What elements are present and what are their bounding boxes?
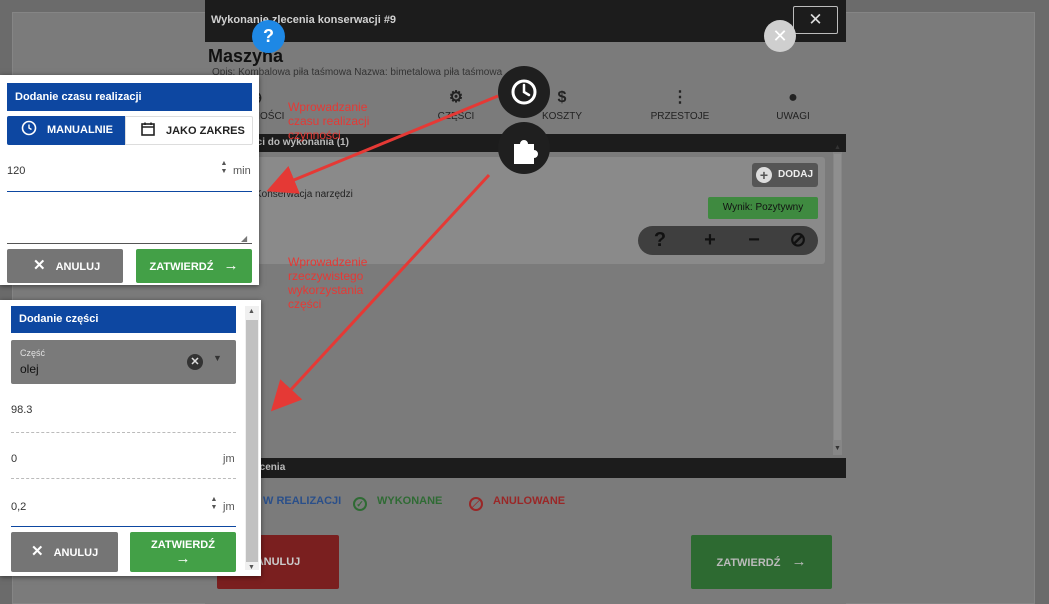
annotation-line: wykorzystania [288,283,364,297]
annotation-line: czynności [288,128,341,142]
annotation-parts-note: Wprowadzenie rzeczywistego wykorzystania… [288,255,367,311]
annotation-line: części [288,297,322,311]
annotation-line: Wprowadzenie [288,255,368,269]
annotation-arrows [266,94,499,412]
annotation-line: Wprowadzanie [288,100,368,114]
annotation-line: rzeczywistego [288,269,364,283]
annotation-time-note: Wprowadzanie czasu realizacji czynności [288,100,369,142]
annotation-line: czasu realizacji [288,114,370,128]
